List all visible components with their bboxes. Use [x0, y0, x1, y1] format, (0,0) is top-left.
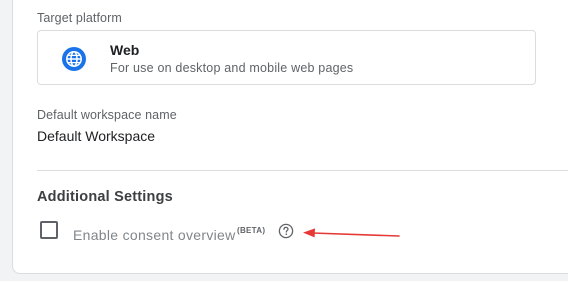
workspace-name-value: Default Workspace: [37, 128, 156, 144]
red-arrow-icon: [303, 228, 400, 238]
help-circle-icon[interactable]: [278, 223, 294, 239]
target-platform-label: Target platform: [37, 11, 122, 25]
workspace-name-label: Default workspace name: [37, 108, 177, 122]
additional-settings-title: Additional Settings: [37, 189, 173, 205]
consent-overview-checkbox[interactable]: [40, 221, 58, 239]
section-divider: [37, 170, 568, 171]
beta-badge: (BETA): [237, 226, 266, 235]
platform-title: Web: [110, 42, 140, 58]
globe-icon: [62, 47, 86, 71]
platform-description: For use on desktop and mobile web pages: [110, 61, 354, 75]
platform-option-web[interactable]: Web For use on desktop and mobile web pa…: [37, 30, 536, 85]
consent-overview-label[interactable]: Enable consent overview: [73, 227, 236, 243]
